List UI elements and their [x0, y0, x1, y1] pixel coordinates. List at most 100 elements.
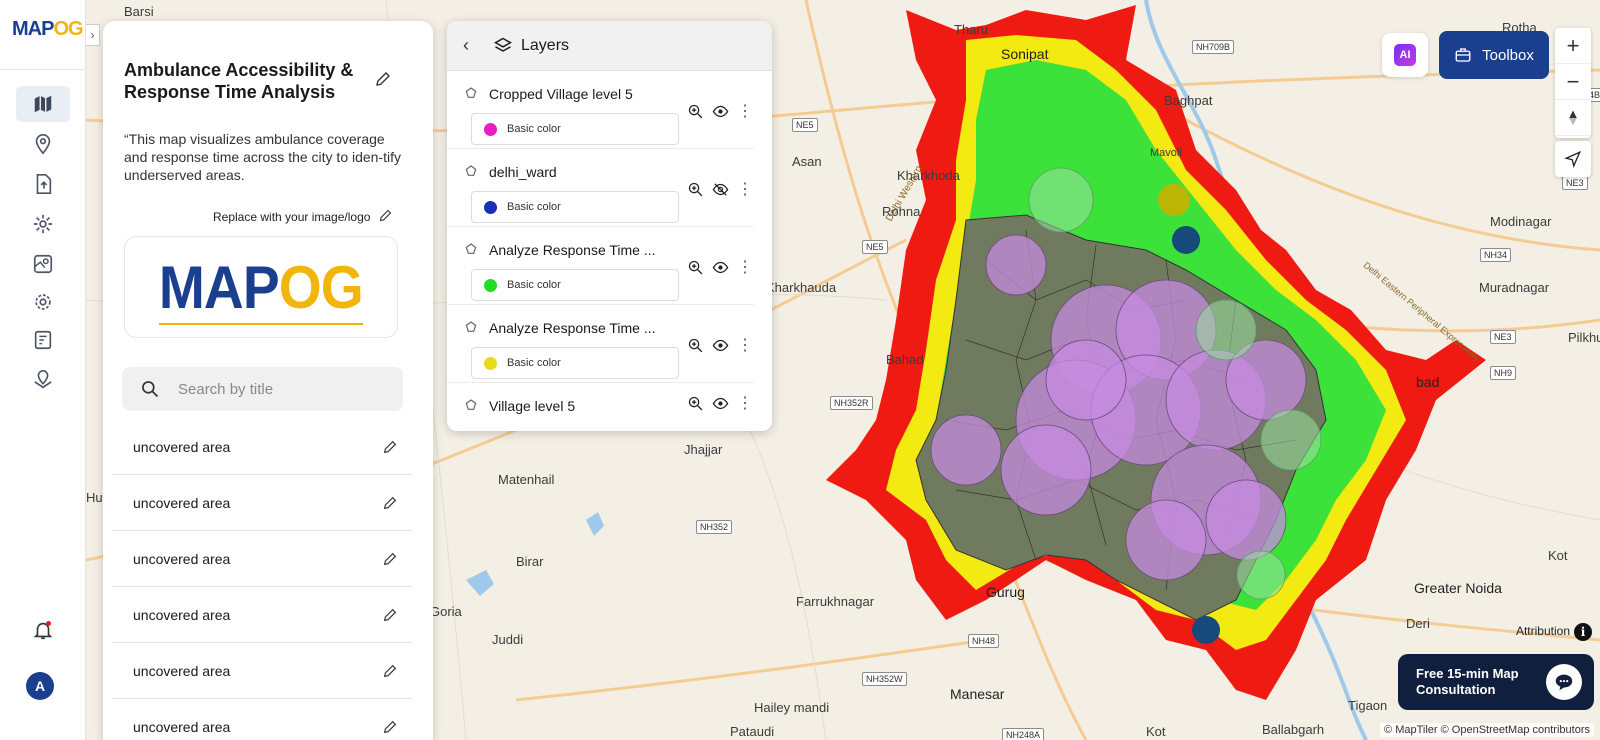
shield-nh48: NH48	[968, 634, 1000, 648]
list-item[interactable]: uncovered area	[112, 587, 412, 643]
edit-title-button[interactable]	[373, 69, 393, 89]
layer-name: Cropped Village level 5	[489, 86, 633, 102]
list-item[interactable]: uncovered area	[112, 475, 412, 531]
place-ballabgarh: Ballabgarh	[1262, 722, 1325, 737]
layer-name: Village level 5	[489, 398, 576, 414]
toolbox-button[interactable]: Toolbox	[1439, 31, 1549, 79]
layer-type-icon	[463, 320, 479, 336]
more-options-icon[interactable]: ⋮	[737, 337, 753, 353]
sidebar-item-upload[interactable]	[16, 166, 70, 202]
report-icon	[34, 330, 52, 350]
zoom-to-layer-icon[interactable]	[687, 259, 704, 276]
sidebar-item-map-search[interactable]	[16, 246, 70, 282]
search-input[interactable]	[178, 380, 378, 398]
place-pilkhuv: Pilkhuv	[1568, 330, 1600, 345]
pencil-icon[interactable]	[382, 719, 398, 735]
info-icon[interactable]: i	[1574, 623, 1592, 641]
place-goria: Goria	[430, 604, 462, 619]
layer-style-selector[interactable]: Basic color	[471, 347, 679, 379]
notifications-button[interactable]	[16, 612, 70, 648]
layer-row[interactable]: Cropped Village level 5 Basic color ⋮	[447, 71, 754, 149]
place-bahad: Bahad	[886, 352, 924, 367]
place-barsi: Barsi	[124, 4, 154, 19]
left-sidebar: MAPOG A	[0, 0, 86, 740]
compass-icon	[1569, 110, 1577, 125]
ai-assistant-button[interactable]: AI	[1382, 33, 1428, 77]
upload-icon	[36, 174, 52, 194]
layer-row[interactable]: delhi_ward Basic color ⋮	[447, 149, 754, 227]
list-item[interactable]: uncovered area	[112, 419, 412, 475]
layer-style-selector[interactable]: Basic color	[471, 113, 679, 145]
place-modinagar: Modinagar	[1490, 214, 1552, 229]
pencil-icon[interactable]	[382, 495, 398, 511]
layer-style-label: Basic color	[507, 279, 561, 291]
logo-underline	[159, 323, 363, 325]
zoom-to-layer-icon[interactable]	[687, 395, 704, 412]
back-button[interactable]: ‹	[463, 35, 479, 56]
sidebar-item-process[interactable]	[16, 206, 70, 242]
zoom-to-layer-icon[interactable]	[687, 181, 704, 198]
eye-icon[interactable]	[712, 259, 729, 276]
logo-image-box[interactable]: MAPOG	[124, 236, 398, 338]
logo-image-accent: OG	[278, 253, 364, 321]
settings-icon	[35, 294, 51, 310]
more-options-icon[interactable]: ⋮	[737, 103, 753, 119]
sidebar-item-map[interactable]	[16, 86, 70, 122]
zoom-to-layer-icon[interactable]	[687, 337, 704, 354]
polygon-layer-icon	[465, 87, 477, 98]
app-logo[interactable]: MAPOG	[12, 18, 84, 41]
pencil-icon[interactable]	[382, 439, 398, 455]
compass-button[interactable]	[1555, 100, 1591, 136]
avatar[interactable]: A	[26, 672, 54, 700]
sidebar-item-location[interactable]	[16, 126, 70, 162]
eye-icon[interactable]	[712, 395, 729, 412]
more-options-icon[interactable]: ⋮	[737, 395, 753, 411]
list-item[interactable]: uncovered area	[112, 531, 412, 587]
shield-ne5-top: NE5	[792, 118, 818, 132]
more-options-icon[interactable]: ⋮	[737, 181, 753, 197]
edit-logo-button[interactable]	[375, 205, 395, 225]
pencil-icon[interactable]	[382, 551, 398, 567]
layer-tools: ⋮	[687, 259, 753, 276]
sidebar-item-map-layers[interactable]	[16, 362, 70, 398]
eye-off-icon[interactable]	[712, 181, 729, 198]
place-pataudi: Pataudi	[730, 724, 775, 739]
zoom-in-button[interactable]: +	[1555, 28, 1591, 64]
place-tharu: Tharu	[954, 22, 988, 37]
eye-icon[interactable]	[712, 337, 729, 354]
sidebar-item-settings[interactable]	[16, 284, 70, 320]
shield-nh248a: NH248A	[1002, 728, 1045, 740]
layer-name: Analyze Response Time ...	[489, 242, 656, 258]
layer-type-icon	[463, 242, 479, 258]
eye-icon[interactable]	[712, 103, 729, 120]
briefcase-icon	[1455, 48, 1471, 62]
layers-header: ‹ Layers	[447, 21, 772, 71]
layer-style-selector[interactable]: Basic color	[471, 269, 679, 301]
place-birar: Birar	[516, 554, 544, 569]
shield-nh709b: NH709B	[1192, 40, 1235, 54]
sidebar-item-report[interactable]	[16, 322, 70, 358]
layer-tools: ⋮	[687, 337, 753, 354]
place-bad: bad	[1416, 374, 1440, 390]
more-options-icon[interactable]: ⋮	[737, 259, 753, 275]
pencil-icon[interactable]	[382, 663, 398, 679]
map-info-panel: Ambulance Accessibility & Response Time …	[103, 21, 433, 740]
pencil-icon[interactable]	[382, 607, 398, 623]
locate-button[interactable]	[1555, 141, 1591, 177]
layer-style-selector[interactable]: Basic color	[471, 191, 679, 223]
place-juddi: Juddi	[492, 632, 524, 647]
layer-row[interactable]: Village level 5 ⋮	[447, 383, 754, 431]
layer-row[interactable]: Analyze Response Time ... Basic color ⋮	[447, 305, 754, 383]
collapse-panel-button[interactable]: ›	[86, 24, 100, 46]
attribution-label[interactable]: Attribution	[1516, 624, 1570, 638]
notification-badge	[46, 621, 51, 626]
pencil-icon	[379, 209, 391, 221]
zoom-out-button[interactable]: −	[1555, 64, 1591, 100]
map-search-icon	[33, 254, 53, 274]
layer-row[interactable]: Analyze Response Time ... Basic color ⋮	[447, 227, 754, 305]
list-item[interactable]: uncovered area	[112, 643, 412, 699]
free-consultation-button[interactable]: Free 15-min Map Consultation	[1398, 654, 1594, 710]
layer-type-icon	[463, 164, 479, 180]
list-item[interactable]: uncovered area	[112, 699, 412, 740]
zoom-to-layer-icon[interactable]	[687, 103, 704, 120]
